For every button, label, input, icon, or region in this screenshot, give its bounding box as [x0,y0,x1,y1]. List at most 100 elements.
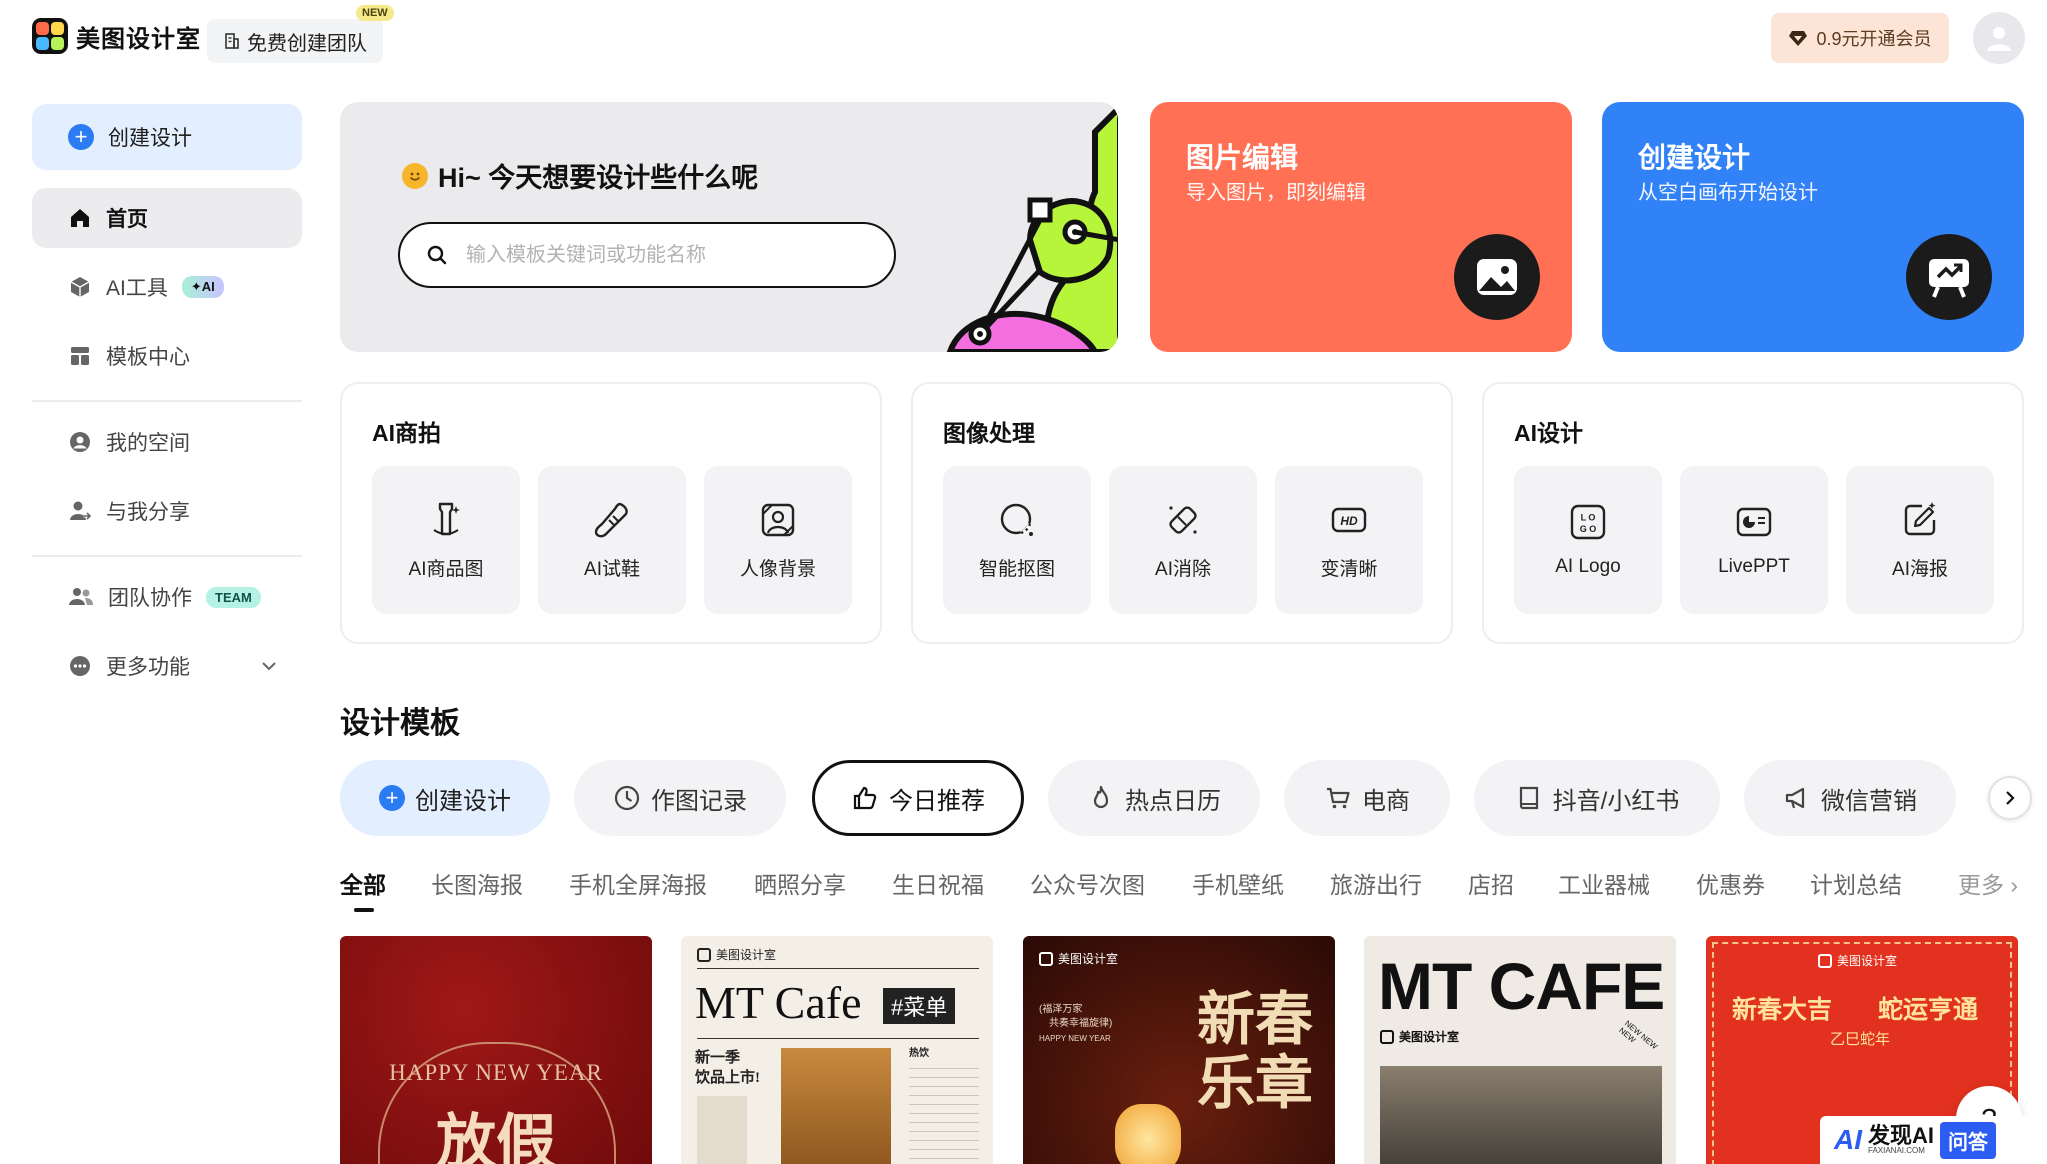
category-tab[interactable]: 公众号次图 [1030,866,1145,900]
thumb-cafe-photo [1380,1066,1662,1164]
tool-label: AI消除 [1155,558,1211,580]
watermark-name: 发现AI [1868,1123,1935,1148]
tool-liveppt[interactable]: LivePPT [1680,466,1828,614]
clock-icon [614,785,640,811]
thumb-subtitle: 乙巳蛇年 [1830,1031,1891,1048]
image-edit-subtitle: 导入图片，即刻编辑 [1186,182,1366,204]
category-tab[interactable]: 旅游出行 [1330,866,1422,900]
pill-hot-calendar[interactable]: 热点日历 [1048,760,1260,836]
category-tab[interactable]: 全部 [340,866,386,900]
category-tab[interactable]: 店招 [1468,866,1514,900]
chevron-down-icon[interactable] [260,657,278,675]
thumb-title: 蛇运亨通 [1878,996,1979,1024]
hd-icon: HD [1331,507,1367,532]
sidebar-item-shared[interactable]: 与我分享 [32,481,302,541]
cube-icon [70,277,90,297]
sidebar-item-home[interactable]: 首页 [32,188,302,248]
tool-ai-erase[interactable]: AI消除 [1109,466,1257,614]
sidebar-divider [32,555,302,557]
sidebar-item-team[interactable]: 团队协作 TEAM [32,567,302,627]
create-design-card[interactable]: 创建设计 从空白画布开始设计 [1602,102,2024,352]
pill-scroll-right-button[interactable] [1988,776,2032,820]
sidebar: + 创建设计 首页 AI工具 ✦AI 模板中心 我的空间 与我分享 团队协作 T… [32,104,302,696]
thumb-title: MT Cafe [695,977,862,1028]
thumb-text: HAPPY NEW YEAR [389,1060,603,1085]
sidebar-create-button[interactable]: + 创建设计 [32,104,302,170]
category-tab[interactable]: 生日祝福 [892,866,984,900]
image-edit-card[interactable]: 图片编辑 导入图片，即刻编辑 [1150,102,1572,352]
pill-wechat-marketing[interactable]: 微信营销 [1744,760,1956,836]
thumb-menu-heading: 热饮 [909,1048,929,1059]
category-tab[interactable]: 优惠券 [1696,866,1765,900]
pill-create-design[interactable]: + 创建设计 [340,760,550,836]
tool-label: AI Logo [1555,556,1621,577]
template-thumb-2[interactable]: 美图设计室 MT Cafe #菜单 新一季 饮品上市! 热饮 [681,936,993,1164]
pill-ecommerce[interactable]: 电商 [1284,760,1450,836]
team-badge: TEAM [206,586,261,608]
shoe-icon [594,502,628,537]
vip-button[interactable]: 0.9元开通会员 [1771,13,1949,63]
sidebar-item-label: 我的空间 [106,432,190,455]
hero-banner: Hi~ 今天想要设计些什么呢 [340,102,1118,352]
pill-design-history[interactable]: 作图记录 [574,760,786,836]
thumb-title: 放假 [436,1110,556,1164]
watermark-text: 发现AI FAXIANAI.COM [1868,1125,1934,1155]
user-avatar[interactable] [1973,12,2025,64]
pill-label: 微信营销 [1821,787,1917,815]
template-thumb-3[interactable]: 美图设计室 (福泽万家 共奏幸福旋律) HAPPY NEW YEAR 新春 乐章 [1023,936,1335,1164]
tool-ai-shoe-tryon[interactable]: AI试鞋 [538,466,686,614]
category-tab[interactable]: 计划总结 [1810,866,1902,900]
sidebar-item-templates[interactable]: 模板中心 [32,326,302,386]
thumb-menu-list [909,1060,979,1164]
tool-smart-cutout[interactable]: 智能抠图 [943,466,1091,614]
panel-ai-design: AI设计 L OG O AI Logo LivePPT AI海报 [1482,382,2024,644]
hero-greeting: Hi~ 今天想要设计些什么呢 [402,156,758,195]
thumb-tag: #菜单 [883,988,956,1024]
category-more-link[interactable]: 更多 › [1958,866,2018,900]
template-thumb-4[interactable]: MT CAFE 美图设计室 NEW NEW NEW [1364,936,1676,1164]
category-tab[interactable]: 晒照分享 [754,866,846,900]
thumb-brand: 美图设计室 [697,946,776,963]
panel-title: 图像处理 [943,420,1035,446]
category-tab[interactable]: 手机全屏海报 [569,866,707,900]
template-thumb-1[interactable]: HAPPY NEW YEAR 放假 [340,936,652,1164]
app-logo[interactable]: 美图设计室 [32,18,201,54]
templates-section-title: 设计模板 [340,707,460,740]
category-tab[interactable]: 工业器械 [1558,866,1650,900]
category-tab[interactable]: 长图海报 [431,866,523,900]
search-icon [427,245,447,265]
sidebar-item-my-space[interactable]: 我的空间 [32,412,302,472]
sidebar-item-more[interactable]: 更多功能 [32,636,302,696]
tool-ai-product-image[interactable]: AI商品图 [372,466,520,614]
create-team-button[interactable]: 免费创建团队 [207,19,383,63]
sidebar-item-ai-tools[interactable]: AI工具 ✦AI [32,257,302,317]
presentation-icon [1736,507,1772,537]
tool-portrait-background[interactable]: 人像背景 [704,466,852,614]
hero-search-box[interactable] [398,222,896,288]
create-design-title: 创建设计 [1638,142,1751,173]
watermark-sub: FAXIANAI.COM [1868,1146,1925,1155]
tool-ai-poster[interactable]: AI海报 [1846,466,1994,614]
panel-image-processing: 图像处理 智能抠图 AI消除 HD 变清晰 [911,382,1453,644]
tool-ai-logo[interactable]: L OG O AI Logo [1514,466,1662,614]
template-icon [71,347,89,365]
pill-today-recommend[interactable]: 今日推荐 [812,760,1024,836]
hero-search-input[interactable] [466,243,846,267]
thumb-subtitle: 饮品上市! [695,1070,760,1086]
pill-douyin-xiaohongshu[interactable]: 抖音/小红书 [1474,760,1720,836]
create-design-subtitle: 从空白画布开始设计 [1638,182,1818,204]
panel-title: AI商拍 [372,420,441,446]
more-icon [70,656,90,676]
create-team-label: 免费创建团队 [247,32,367,55]
category-tab[interactable]: 手机壁纸 [1192,866,1284,900]
pill-label: 热点日历 [1125,787,1221,815]
panel-title: AI设计 [1514,420,1583,446]
thumb-coffee-image [781,1048,891,1164]
canvas-board-icon [1906,234,1992,320]
svg-text:G O: G O [1580,524,1597,534]
thumb-small-text: HAPPY NEW YEAR [1039,1034,1111,1043]
top-header: 美图设计室 免费创建团队 NEW 0.9元开通会员 [0,0,2047,78]
thumb-rule [697,968,979,969]
megaphone-icon [1785,787,1805,809]
tool-enhance-clarity[interactable]: HD 变清晰 [1275,466,1423,614]
